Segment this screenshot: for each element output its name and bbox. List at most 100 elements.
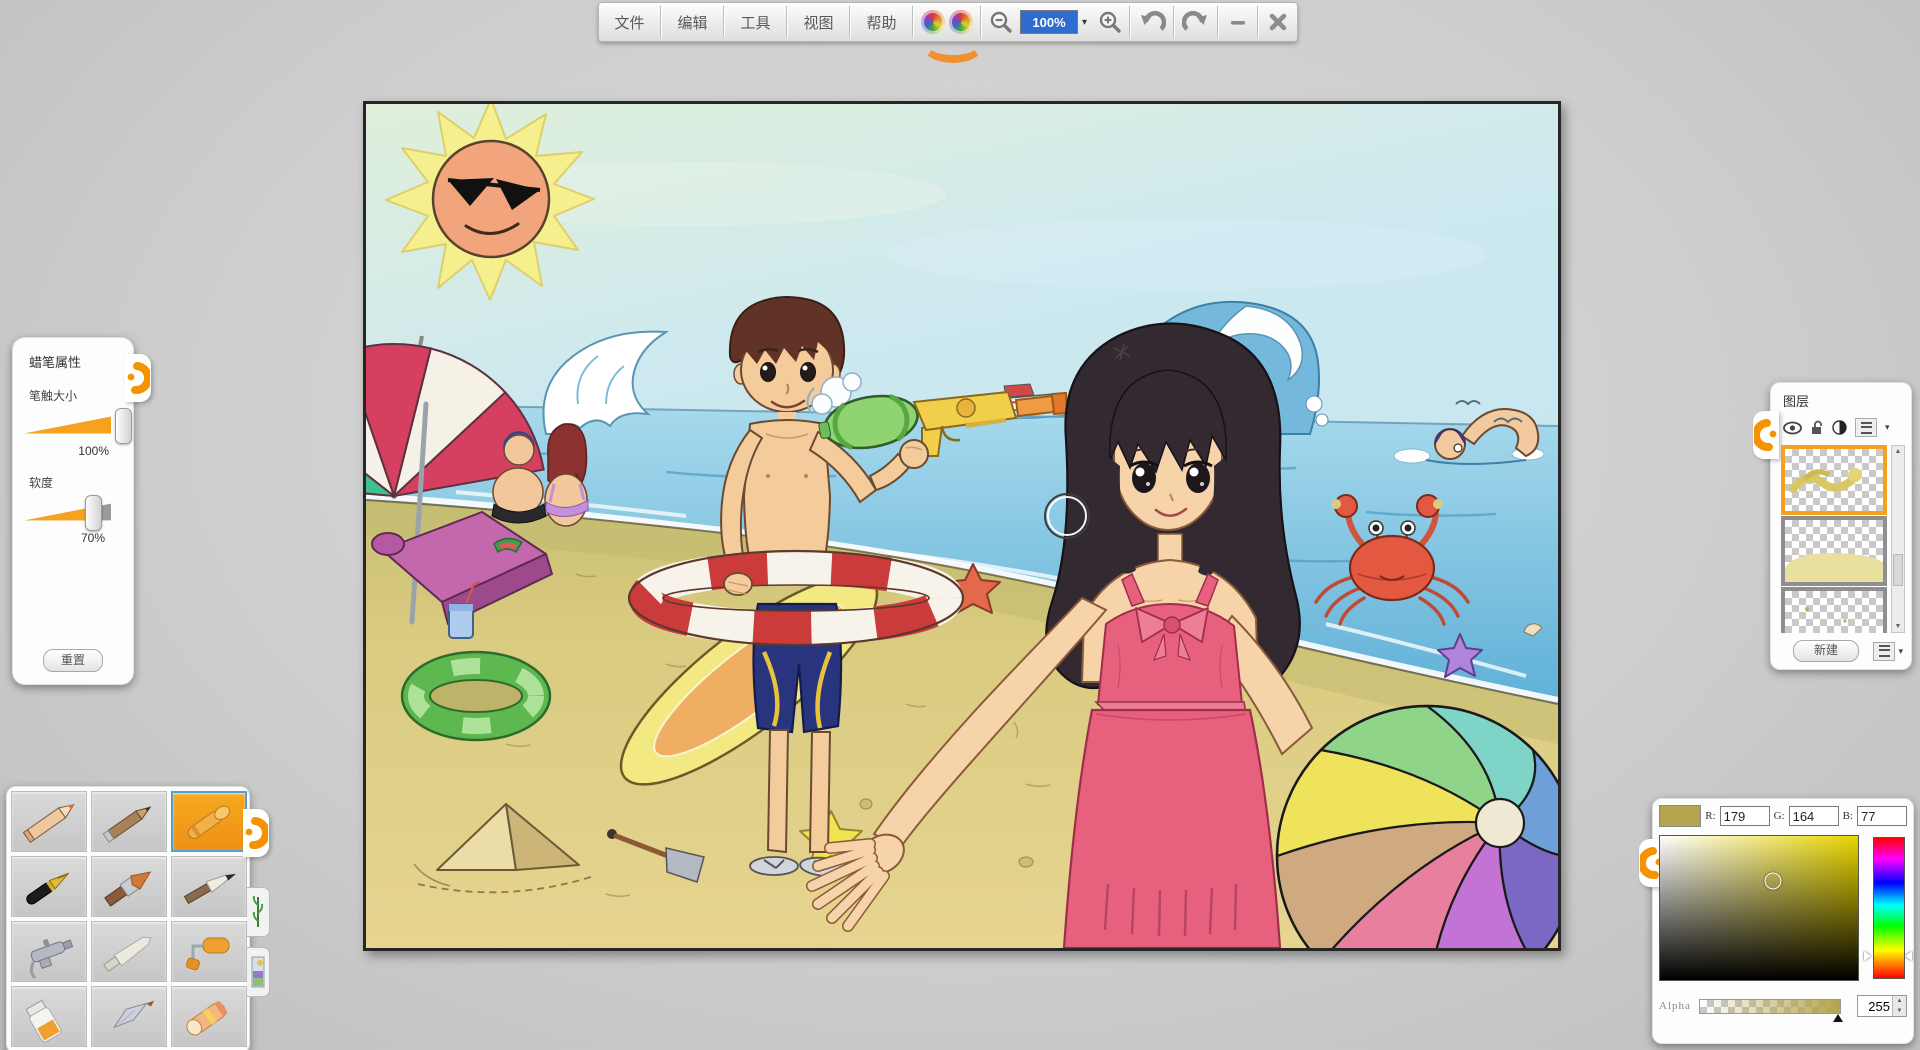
hue-bar[interactable] (1873, 837, 1905, 979)
tool-cell-fountain-pen[interactable] (11, 856, 87, 917)
picture-stamp-tab[interactable] (247, 947, 270, 997)
zoom-out-button[interactable] (982, 3, 1020, 41)
layer-menu-button[interactable] (1855, 418, 1877, 437)
layers-panel-title: 图层 (1783, 391, 1905, 410)
tool-cell-paintbrush[interactable] (91, 856, 167, 917)
hamburger-icon (1861, 422, 1872, 434)
minimize-button[interactable] (1219, 3, 1257, 41)
alpha-slider-marker[interactable] (1833, 1014, 1843, 1022)
layer-row-1[interactable] (1781, 445, 1887, 515)
menu-help[interactable]: 帮助 (851, 3, 912, 41)
grip-icon (126, 356, 150, 400)
tool-palette (6, 786, 250, 1050)
redo-button[interactable] (1175, 3, 1217, 41)
slider-thumb[interactable] (115, 408, 132, 444)
drawing-canvas[interactable] (363, 101, 1561, 951)
tool-cell-wood-pencil[interactable] (91, 791, 167, 852)
alpha-gradient (1700, 1000, 1840, 1013)
softness-slider[interactable] (25, 497, 125, 527)
plant-icon (251, 893, 265, 931)
palette-knife-icon (97, 926, 161, 978)
hamburger-icon (1879, 645, 1890, 657)
zoom-level-input[interactable] (1020, 10, 1078, 34)
menu-tools[interactable]: 工具 (725, 3, 786, 41)
menu-view[interactable]: 视图 (788, 3, 849, 41)
hue-marker-left[interactable] (1864, 951, 1871, 961)
layer-lock-icon[interactable] (1810, 420, 1824, 436)
layer-3-thumbnail (1785, 591, 1883, 633)
panel-grip-handle[interactable] (243, 809, 269, 857)
scroll-thumb[interactable] (1893, 554, 1903, 586)
tool-cell-pastel-stub[interactable] (171, 986, 247, 1047)
layer-row-3[interactable] (1781, 587, 1887, 633)
layer-blend-icon[interactable] (1832, 420, 1847, 435)
panel-grip-handle[interactable] (125, 354, 151, 402)
current-color-swatch (1659, 805, 1701, 827)
crayon-icon (177, 796, 241, 848)
scroll-down-arrow[interactable]: ▼ (1892, 623, 1904, 630)
reset-button[interactable]: 重置 (43, 649, 103, 672)
airbrush-icon (17, 926, 81, 978)
tool-cell-paint-bottle[interactable] (11, 986, 87, 1047)
plant-stamp-tab[interactable] (247, 887, 270, 937)
tool-cell-palette-knife[interactable] (91, 921, 167, 982)
minimize-icon (1226, 10, 1250, 34)
tool-grid (11, 791, 245, 1047)
ink-brush-icon (177, 861, 241, 913)
layer-menu-caret[interactable]: ▾ (1885, 422, 1890, 433)
sv-gradient[interactable] (1659, 835, 1859, 981)
beach-scene-artwork (366, 104, 1558, 948)
layer-scrollbar[interactable]: ▲ ▼ (1891, 445, 1905, 633)
blue-input[interactable] (1857, 806, 1907, 826)
menu-file[interactable]: 文件 (599, 3, 660, 41)
tool-cell-airbrush[interactable] (11, 921, 87, 982)
colored-pencil-icon (17, 796, 81, 848)
tool-cell-paint-roller[interactable] (171, 921, 247, 982)
mascot-smile-icon (922, 27, 984, 63)
brush-properties-panel: 蜡笔属性 笔触大小 100% 软度 70% 重置 (12, 337, 134, 685)
menu-edit[interactable]: 编辑 (662, 3, 723, 41)
tool-cell-ink-brush[interactable] (171, 856, 247, 917)
layer-row-2[interactable] (1781, 516, 1887, 586)
alpha-slider[interactable] (1699, 999, 1841, 1014)
red-input[interactable] (1720, 806, 1770, 826)
liner-pen-icon (97, 991, 161, 1043)
hue-marker-right[interactable] (1905, 951, 1912, 961)
undo-button[interactable] (1131, 3, 1173, 41)
mascot-clown-icon[interactable] (914, 3, 980, 41)
color-picker-panel: R: G: B: Alpha ▲▼ (1652, 798, 1914, 1044)
paint-bottle-icon (17, 991, 81, 1043)
paintbrush-icon (97, 861, 161, 913)
tool-cell-liner-pen[interactable] (91, 986, 167, 1047)
brush-size-slider[interactable] (25, 410, 125, 440)
pastel-stub-icon (177, 991, 241, 1043)
redo-icon (1182, 9, 1210, 35)
green-swim-ring (402, 652, 550, 740)
alpha-spinner[interactable]: ▲▼ (1857, 995, 1907, 1017)
panel-grip-handle[interactable] (1753, 411, 1779, 459)
zoom-in-button[interactable] (1091, 3, 1129, 41)
layer-2-thumbnail (1785, 520, 1883, 582)
new-layer-button[interactable]: 新建 (1793, 640, 1859, 662)
close-icon (1266, 10, 1290, 34)
brush-panel-title: 蜡笔属性 (29, 352, 123, 371)
alpha-label: Alpha (1659, 1000, 1691, 1012)
tool-cell-colored-pencil[interactable] (11, 791, 87, 852)
spinner-arrows[interactable]: ▲▼ (1892, 996, 1906, 1016)
zoom-dropdown-caret[interactable]: ▾ (1078, 17, 1091, 28)
layer-list-menu-button[interactable] (1873, 642, 1895, 661)
green-input[interactable] (1789, 806, 1839, 826)
fountain-pen-icon (17, 861, 81, 913)
close-button[interactable] (1259, 3, 1297, 41)
alpha-value-input[interactable] (1858, 996, 1892, 1016)
scroll-up-arrow[interactable]: ▲ (1892, 448, 1904, 455)
layer-list-menu-caret[interactable]: ▾ (1898, 646, 1903, 657)
sv-cursor[interactable] (1764, 872, 1781, 889)
green-label: G: (1774, 810, 1785, 822)
layer-visibility-eye-icon[interactable] (1783, 421, 1802, 435)
grip-icon (1754, 413, 1778, 457)
blue-label: B: (1843, 810, 1853, 822)
paint-roller-icon (177, 926, 241, 978)
tool-cell-crayon[interactable] (171, 791, 247, 852)
slider-thumb[interactable] (85, 495, 102, 531)
